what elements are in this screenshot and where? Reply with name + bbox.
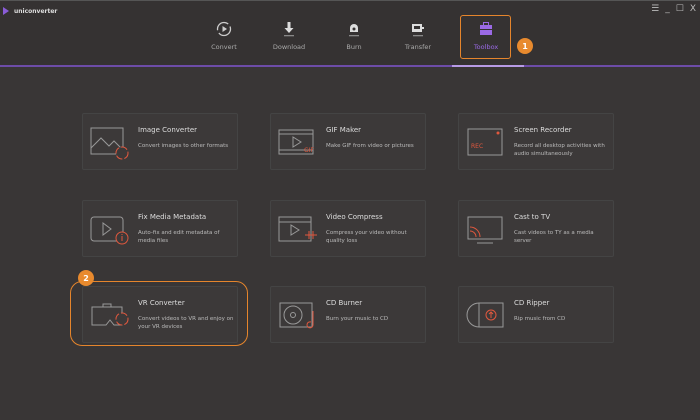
screen-record-icon: REC	[467, 128, 503, 156]
tool-fix-media-metadata[interactable]: Fix Media Metadata Auto-fix and edit met…	[82, 200, 238, 257]
app-title: uniconverter	[14, 7, 58, 15]
header-divider	[0, 65, 700, 67]
tool-desc: Make GIF from video or pictures	[326, 143, 414, 149]
tool-cd-ripper[interactable]: CD Ripper Rip music from CD	[458, 286, 614, 343]
cd-rip-icon	[466, 302, 504, 328]
download-icon	[284, 22, 294, 37]
tool-desc: Rip music from CD	[514, 316, 566, 322]
minimize-button[interactable]: _	[665, 4, 670, 14]
tool-title: Cast to TV	[514, 213, 551, 221]
metadata-icon	[90, 216, 129, 245]
tab-transfer[interactable]: Transfer	[393, 21, 443, 51]
tool-cast-to-tv[interactable]: Cast to TV Cast videos to TY as a media …	[458, 200, 614, 257]
tool-desc: Burn your music to CD	[326, 316, 389, 322]
tab-burn[interactable]: Burn	[329, 21, 379, 51]
transfer-icon	[412, 24, 424, 37]
gif-icon: GIF	[278, 129, 314, 155]
tool-desc: Convert images to other formats	[138, 143, 229, 149]
tool-title: Video Compress	[326, 213, 383, 221]
active-tab-indicator	[452, 65, 524, 67]
tool-gif-maker[interactable]: GIF GIF Maker Make GIF from video or pic…	[270, 113, 426, 170]
tool-desc: Cast videos to TY as a media server	[514, 230, 594, 244]
tool-screen-recorder[interactable]: REC Screen Recorder Record all desktop a…	[458, 113, 614, 170]
tool-title: Fix Media Metadata	[138, 213, 207, 221]
gif-tag: GIF	[304, 147, 314, 154]
menu-button[interactable]: ☰	[651, 4, 659, 14]
tab-label: Transfer	[404, 43, 432, 51]
tab-convert[interactable]: Convert	[199, 21, 249, 51]
tool-desc: Compress your video without quality loss	[326, 230, 407, 244]
top-bar: uniconverter ☰ _ ☐ X Convert Download Bu…	[0, 0, 700, 66]
cast-icon	[467, 216, 503, 244]
tool-title: CD Burner	[326, 299, 363, 307]
tab-download[interactable]: Download	[264, 21, 314, 51]
tab-label: Convert	[211, 43, 237, 51]
step-badge-2: 2	[78, 270, 94, 286]
tool-video-compress[interactable]: Video Compress Compress your video witho…	[270, 200, 426, 257]
app-logo: uniconverter	[3, 7, 57, 15]
rec-tag: REC	[471, 143, 483, 150]
tool-cd-burner[interactable]: CD Burner Burn your music to CD	[270, 286, 426, 343]
logo-icon	[3, 7, 9, 15]
window-controls: ☰ _ ☐ X	[651, 4, 696, 14]
image-convert-icon	[90, 127, 129, 160]
tool-title: CD Ripper	[514, 299, 550, 307]
toolbox-highlight	[460, 15, 511, 59]
tool-desc: Auto-fix and edit metadata of media file…	[138, 230, 220, 244]
tool-desc: Record all desktop activities with audio…	[514, 143, 605, 157]
tool-image-converter[interactable]: Image Converter Convert images to other …	[82, 113, 238, 170]
convert-icon	[216, 21, 232, 37]
step-badge-1: 1	[517, 38, 533, 54]
compress-icon	[278, 216, 317, 242]
burn-icon	[349, 24, 359, 37]
tab-label: Download	[272, 43, 306, 51]
tool-title: Screen Recorder	[514, 126, 572, 134]
cd-burn-icon	[279, 302, 314, 329]
tool-title: Image Converter	[138, 126, 198, 134]
maximize-button[interactable]: ☐	[676, 4, 684, 14]
close-button[interactable]: X	[690, 4, 696, 14]
tool-title: GIF Maker	[326, 126, 362, 134]
vr-converter-highlight	[70, 281, 248, 346]
tab-label: Burn	[346, 43, 362, 51]
